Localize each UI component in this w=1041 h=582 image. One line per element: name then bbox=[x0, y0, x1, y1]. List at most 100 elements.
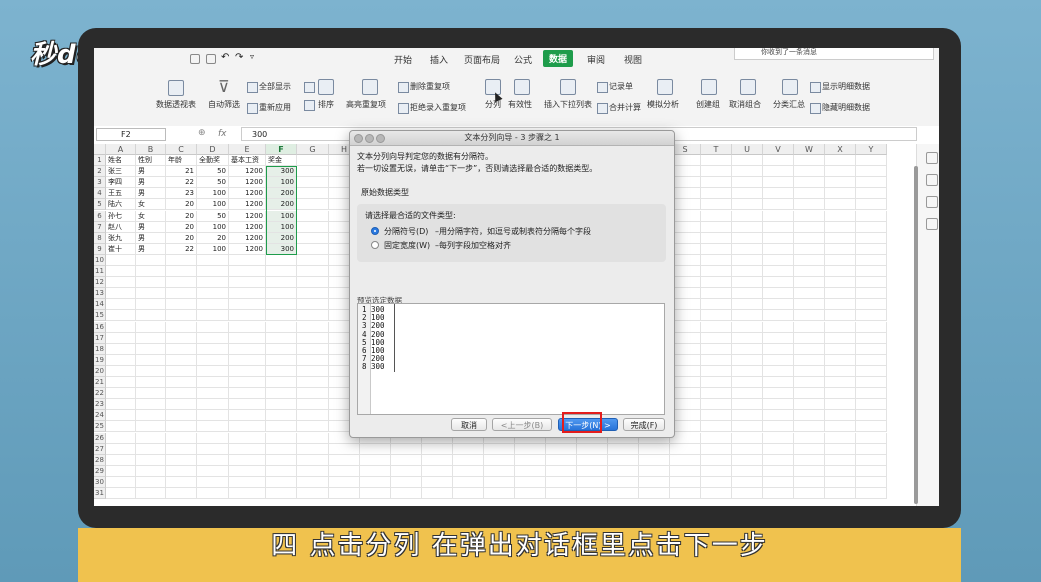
cell[interactable] bbox=[763, 310, 794, 322]
delimited-label[interactable]: 分隔符号(D) bbox=[384, 226, 428, 237]
cell[interactable] bbox=[763, 210, 794, 222]
cell[interactable] bbox=[266, 454, 297, 466]
cell[interactable] bbox=[166, 421, 197, 433]
cancel-button[interactable]: 取消 bbox=[451, 418, 487, 431]
cell[interactable] bbox=[856, 332, 887, 344]
cell[interactable] bbox=[229, 266, 266, 278]
cell[interactable] bbox=[266, 288, 297, 300]
cell[interactable] bbox=[701, 443, 732, 455]
cell[interactable] bbox=[266, 310, 297, 322]
cell[interactable] bbox=[763, 465, 794, 477]
row-header-19[interactable]: 19 bbox=[94, 354, 106, 366]
cell[interactable] bbox=[266, 399, 297, 411]
cell[interactable] bbox=[166, 488, 197, 500]
cell[interactable] bbox=[856, 421, 887, 433]
cell[interactable] bbox=[701, 432, 732, 444]
cell[interactable] bbox=[732, 454, 763, 466]
cell[interactable] bbox=[732, 243, 763, 255]
cell[interactable] bbox=[763, 443, 794, 455]
cell[interactable] bbox=[856, 155, 887, 167]
menu-data[interactable]: 数据 bbox=[543, 50, 574, 67]
cell[interactable] bbox=[166, 454, 197, 466]
cell[interactable] bbox=[197, 266, 229, 278]
cell[interactable]: 23 bbox=[166, 188, 197, 200]
row-header-30[interactable]: 30 bbox=[94, 476, 106, 488]
redo-icon[interactable]: ↷ bbox=[235, 52, 243, 63]
cell[interactable] bbox=[422, 443, 453, 455]
cell[interactable] bbox=[136, 388, 166, 400]
cell[interactable] bbox=[166, 365, 197, 377]
finish-button[interactable]: 完成(F) bbox=[623, 418, 665, 431]
cell[interactable] bbox=[763, 432, 794, 444]
cell[interactable] bbox=[856, 243, 887, 255]
cell[interactable] bbox=[577, 454, 608, 466]
cell[interactable]: 100 bbox=[197, 221, 229, 233]
row-header-22[interactable]: 22 bbox=[94, 388, 106, 400]
cell[interactable] bbox=[732, 399, 763, 411]
cell[interactable] bbox=[732, 232, 763, 244]
cell[interactable] bbox=[639, 443, 670, 455]
cell[interactable] bbox=[266, 321, 297, 333]
cell[interactable] bbox=[329, 476, 360, 488]
cell[interactable] bbox=[266, 476, 297, 488]
cell[interactable] bbox=[229, 365, 266, 377]
cell[interactable] bbox=[229, 288, 266, 300]
cell[interactable] bbox=[297, 321, 329, 333]
cell[interactable]: 年龄 bbox=[166, 155, 197, 167]
cell[interactable] bbox=[266, 343, 297, 355]
cell[interactable] bbox=[701, 299, 732, 311]
cell[interactable] bbox=[732, 210, 763, 222]
cell[interactable] bbox=[732, 365, 763, 377]
cell[interactable] bbox=[546, 488, 577, 500]
cell[interactable] bbox=[825, 243, 856, 255]
cell[interactable] bbox=[197, 354, 229, 366]
cell[interactable] bbox=[166, 410, 197, 422]
cell[interactable] bbox=[732, 432, 763, 444]
row-header-24[interactable]: 24 bbox=[94, 410, 106, 422]
menu-page-layout[interactable]: 页面布局 bbox=[464, 53, 500, 66]
cell[interactable] bbox=[825, 354, 856, 366]
cell[interactable] bbox=[297, 465, 329, 477]
cell[interactable] bbox=[794, 310, 825, 322]
cell[interactable] bbox=[106, 254, 136, 266]
cell[interactable] bbox=[732, 410, 763, 422]
column-header-u[interactable]: U bbox=[732, 144, 763, 155]
scroll-thumb[interactable] bbox=[914, 166, 918, 504]
cell[interactable]: 男 bbox=[136, 221, 166, 233]
cell[interactable] bbox=[763, 232, 794, 244]
cell[interactable] bbox=[763, 332, 794, 344]
cell[interactable]: 100 bbox=[266, 177, 297, 189]
cell[interactable] bbox=[484, 488, 515, 500]
cell[interactable] bbox=[166, 432, 197, 444]
cell[interactable] bbox=[701, 488, 732, 500]
history-icon[interactable] bbox=[926, 218, 938, 230]
cell[interactable] bbox=[763, 454, 794, 466]
cell[interactable] bbox=[701, 266, 732, 278]
cell[interactable] bbox=[701, 243, 732, 255]
cell[interactable]: 性别 bbox=[136, 155, 166, 167]
cell[interactable] bbox=[229, 277, 266, 289]
cell[interactable]: 1200 bbox=[229, 210, 266, 222]
cell[interactable] bbox=[825, 399, 856, 411]
cell[interactable] bbox=[106, 465, 136, 477]
cell[interactable] bbox=[794, 365, 825, 377]
cell[interactable] bbox=[639, 476, 670, 488]
cell[interactable]: 22 bbox=[166, 177, 197, 189]
cell[interactable] bbox=[197, 432, 229, 444]
column-header-y[interactable]: Y bbox=[856, 144, 887, 155]
cell[interactable] bbox=[701, 388, 732, 400]
cell[interactable] bbox=[197, 277, 229, 289]
cell[interactable] bbox=[136, 410, 166, 422]
cell[interactable] bbox=[266, 377, 297, 389]
cell[interactable] bbox=[229, 343, 266, 355]
cell[interactable] bbox=[763, 266, 794, 278]
cell[interactable] bbox=[608, 465, 639, 477]
cell[interactable] bbox=[732, 443, 763, 455]
cell[interactable]: 20 bbox=[197, 232, 229, 244]
cell[interactable] bbox=[732, 488, 763, 500]
cell[interactable]: 22 bbox=[166, 243, 197, 255]
cell[interactable] bbox=[856, 399, 887, 411]
cell[interactable] bbox=[701, 166, 732, 178]
cell[interactable] bbox=[136, 310, 166, 322]
cell[interactable] bbox=[701, 310, 732, 322]
